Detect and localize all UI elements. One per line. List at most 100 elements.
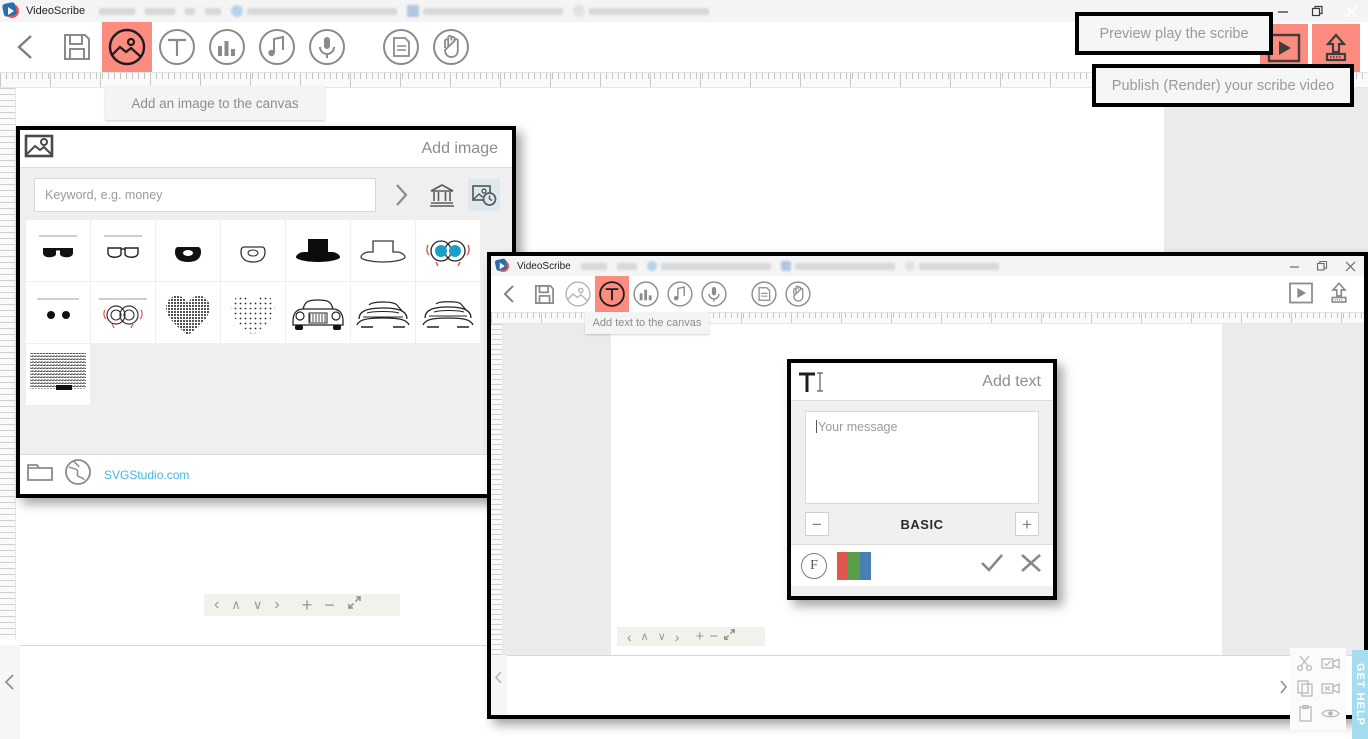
svgstudio-link[interactable]: SVGStudio.com — [104, 468, 189, 482]
paper-style-button[interactable] — [376, 22, 426, 72]
window1-bottom-nav: ‹ ∧ ∨ › + − — [204, 594, 400, 616]
hand-style-button-2[interactable] — [781, 276, 815, 312]
tool-palette — [1290, 648, 1346, 730]
thumb-sports-car-b[interactable] — [416, 282, 480, 343]
nav-up-icon[interactable]: ∧ — [231, 597, 241, 613]
clipboard-icon[interactable] — [1294, 703, 1316, 725]
image-frame-icon — [24, 133, 54, 164]
nav-next-icon[interactable]: › — [274, 596, 279, 614]
maximize-icon[interactable] — [1300, 0, 1334, 22]
save-button[interactable] — [52, 22, 102, 72]
zoom-in-icon-2[interactable]: + — [695, 628, 704, 645]
search-submit-icon[interactable] — [386, 181, 416, 209]
nav-next-icon-2[interactable]: › — [675, 629, 680, 645]
add-chart-button[interactable] — [202, 22, 252, 72]
copy-icon[interactable] — [1294, 677, 1316, 699]
confirm-check-icon[interactable] — [979, 552, 1005, 579]
tooltip-publish-render: Publish (Render) your scribe video — [1092, 64, 1354, 107]
thumb-mask-filled[interactable] — [156, 220, 220, 281]
thumb-sunglasses-outline[interactable] — [91, 220, 155, 281]
timeline-collapse-left-icon[interactable] — [0, 668, 20, 696]
window2-canvas-outside-left — [491, 324, 611, 655]
add-chart-button-2[interactable] — [629, 276, 663, 312]
close-icon[interactable] — [1334, 0, 1368, 22]
search-input[interactable]: Keyword, e.g. money — [34, 178, 376, 212]
back-button-2[interactable] — [491, 276, 527, 312]
message-placeholder: Your message — [818, 420, 898, 434]
message-textarea[interactable]: Your message — [805, 411, 1039, 504]
thumb-heart-sparse[interactable] — [221, 282, 285, 343]
tooltip-preview-label: Preview play the scribe — [1099, 25, 1249, 42]
thumb-eyes-colored[interactable] — [416, 220, 480, 281]
thumb-mask-outline[interactable] — [221, 220, 285, 281]
camera-check-icon[interactable] — [1319, 652, 1341, 674]
thumb-classic-car[interactable] — [286, 282, 350, 343]
zoom-out-icon[interactable]: − — [324, 595, 335, 616]
preview-play-button-2[interactable] — [1284, 276, 1318, 310]
thumb-crowd-scribble[interactable] — [26, 344, 90, 405]
fit-to-screen-icon[interactable] — [347, 595, 362, 615]
add-text-button[interactable] — [152, 22, 202, 72]
window2-vertical-ruler — [491, 324, 503, 655]
image-thumbnail-grid — [20, 220, 512, 405]
font-decrease-button[interactable]: − — [805, 512, 829, 536]
fit-to-screen-icon-2[interactable] — [723, 628, 736, 646]
background-browser-tabs — [99, 5, 710, 17]
videoscribe-logo-icon-2 — [494, 258, 511, 273]
thumb-hat-outline[interactable] — [351, 220, 415, 281]
paper-style-button-2[interactable] — [747, 276, 781, 312]
font-picker-button[interactable]: F — [801, 552, 827, 579]
nav-up-icon-2[interactable]: ∧ — [641, 630, 649, 643]
zoom-out-icon-2[interactable]: − — [709, 628, 718, 645]
get-help-label: GET HELP — [1354, 662, 1366, 726]
globe-icon[interactable] — [64, 458, 92, 491]
folder-icon[interactable] — [26, 460, 56, 489]
camera-x-icon[interactable] — [1319, 677, 1341, 699]
add-voiceover-button-2[interactable] — [697, 276, 731, 312]
add-image-button-2[interactable] — [561, 276, 595, 312]
font-name-label[interactable]: BASIC — [829, 517, 1015, 532]
add-image-panel-header: Add image — [20, 130, 512, 168]
add-image-panel-footer: SVGStudio.com — [20, 454, 512, 494]
thumb-hat-filled[interactable] — [286, 220, 350, 281]
minimize-icon-2[interactable] — [1280, 256, 1308, 276]
nav-down-icon[interactable]: ∨ — [253, 597, 263, 613]
maximize-icon-2[interactable] — [1308, 256, 1336, 276]
font-size-row: − BASIC + — [791, 504, 1053, 544]
thumb-heart-dense[interactable] — [156, 282, 220, 343]
library-museum-button[interactable] — [426, 179, 458, 211]
window2-title: VideoScribe — [517, 260, 571, 272]
add-text-button-2[interactable] — [595, 276, 629, 312]
window2-timeline-collapse-left-icon[interactable] — [491, 666, 507, 688]
nav-prev-icon-2[interactable]: ‹ — [627, 629, 632, 645]
get-help-tab[interactable]: GET HELP — [1352, 650, 1368, 739]
add-image-button[interactable] — [102, 22, 152, 72]
hand-style-button[interactable] — [426, 22, 476, 72]
window2-canvas-outside-right — [1222, 324, 1364, 655]
thumb-sunglasses-filled[interactable] — [26, 220, 90, 281]
add-voiceover-button[interactable] — [302, 22, 352, 72]
window2-titlebar: VideoScribe — [491, 256, 1364, 276]
zoom-in-icon[interactable]: + — [302, 595, 313, 616]
color-swatch-button[interactable] — [837, 551, 871, 580]
save-button-2[interactable] — [527, 276, 561, 312]
thumb-two-dots[interactable] — [26, 282, 90, 343]
nav-down-icon-2[interactable]: ∨ — [658, 630, 666, 643]
thumb-eyes-outline[interactable] — [91, 282, 155, 343]
thumb-sports-car-a[interactable] — [351, 282, 415, 343]
recent-images-button[interactable] — [468, 179, 500, 211]
add-music-button-2[interactable] — [663, 276, 697, 312]
add-music-button[interactable] — [252, 22, 302, 72]
eye-icon[interactable] — [1319, 703, 1341, 725]
add-image-panel-title: Add image — [421, 139, 499, 157]
cut-scissors-icon[interactable] — [1294, 652, 1316, 674]
publish-render-button-2[interactable] — [1322, 276, 1356, 310]
nav-prev-icon[interactable]: ‹ — [214, 596, 219, 614]
palette-expand-icon[interactable] — [1276, 675, 1290, 699]
cancel-x-icon[interactable] — [1019, 552, 1043, 579]
tooltip-preview-play: Preview play the scribe — [1075, 12, 1273, 55]
background-browser-tabs-2 — [580, 261, 999, 271]
close-icon-2[interactable] — [1336, 256, 1364, 276]
back-button[interactable] — [0, 22, 52, 72]
font-increase-button[interactable]: + — [1015, 512, 1039, 536]
